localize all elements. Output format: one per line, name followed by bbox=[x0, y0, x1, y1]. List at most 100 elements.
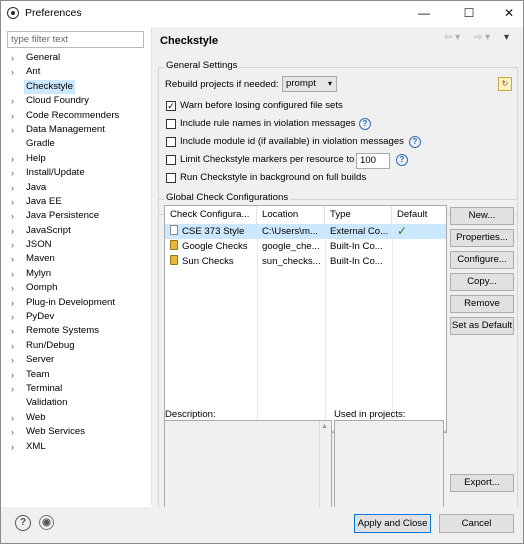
forward-icon[interactable]: ⇨ ▾ bbox=[474, 32, 490, 43]
tree-item[interactable]: › Install/Update bbox=[8, 166, 148, 180]
close-icon[interactable]: ✕ bbox=[501, 5, 517, 21]
expand-arrow-icon[interactable]: › bbox=[11, 51, 21, 65]
tree-item[interactable]: › Cloud Foundry bbox=[8, 94, 148, 108]
table-row[interactable]: Google Checks google_che... Built-In Co... bbox=[165, 239, 446, 254]
expand-arrow-icon[interactable]: › bbox=[11, 195, 21, 209]
expand-arrow-icon[interactable]: › bbox=[11, 224, 21, 238]
tree-item[interactable]: › Web Services bbox=[8, 425, 148, 439]
expand-arrow-icon[interactable]: › bbox=[11, 181, 21, 195]
option-label[interactable]: Run Checkstyle in background on full bui… bbox=[180, 172, 366, 183]
option-checkbox[interactable] bbox=[166, 173, 176, 183]
help-icon[interactable]: ? bbox=[359, 118, 371, 130]
expand-arrow-icon[interactable]: › bbox=[11, 94, 21, 108]
option-checkbox[interactable] bbox=[166, 137, 176, 147]
tree-item[interactable]: › Server bbox=[8, 353, 148, 367]
properties-button[interactable]: Properties... bbox=[450, 229, 514, 247]
expand-arrow-icon[interactable]: › bbox=[11, 324, 21, 338]
expand-arrow-icon[interactable]: › bbox=[11, 382, 21, 396]
help-icon[interactable]: ? bbox=[396, 154, 408, 166]
tree-item[interactable]: › Remote Systems bbox=[8, 324, 148, 338]
option-label[interactable]: Include rule names in violation messages bbox=[180, 118, 355, 129]
expand-arrow-icon[interactable]: › bbox=[11, 209, 21, 223]
tree-item[interactable]: › JSON bbox=[8, 238, 148, 252]
tree-item[interactable]: › Plug-in Development bbox=[8, 296, 148, 310]
tree-item[interactable]: › Java EE bbox=[8, 195, 148, 209]
expand-arrow-icon[interactable]: › bbox=[11, 440, 21, 454]
export-button[interactable]: Export... bbox=[450, 474, 514, 492]
tree-item[interactable]: Checkstyle bbox=[8, 79, 148, 95]
expand-arrow-icon[interactable]: › bbox=[11, 65, 21, 79]
used-in-projects-box[interactable] bbox=[334, 420, 444, 518]
tree-item[interactable]: › Maven bbox=[8, 252, 148, 266]
expand-arrow-icon[interactable]: › bbox=[11, 238, 21, 252]
tree-item[interactable]: › Java Persistence bbox=[8, 209, 148, 223]
tree-item[interactable]: Validation bbox=[8, 396, 148, 410]
tree-item[interactable]: › Team bbox=[8, 368, 148, 382]
table-row[interactable]: Sun Checks sun_checks... Built-In Co... bbox=[165, 254, 446, 269]
expand-arrow-icon[interactable]: › bbox=[11, 353, 21, 367]
expand-arrow-icon[interactable]: › bbox=[11, 310, 21, 324]
help-icon[interactable]: ? bbox=[15, 515, 31, 531]
expand-arrow-icon[interactable]: › bbox=[11, 152, 21, 166]
tree-item[interactable]: › Code Recommenders bbox=[8, 109, 148, 123]
tree-item[interactable]: › Terminal bbox=[8, 382, 148, 396]
configure-button[interactable]: Configure... bbox=[450, 251, 514, 269]
configs-table[interactable]: Check Configura... Location Type Default… bbox=[164, 205, 447, 433]
table-row[interactable]: CSE 373 Style C:\Users\m... External Co...… bbox=[165, 224, 446, 239]
import-export-icon[interactable]: ◉ bbox=[39, 515, 54, 530]
refresh-config-icon[interactable]: ↻ bbox=[498, 77, 512, 91]
expand-arrow-icon[interactable]: › bbox=[11, 123, 21, 137]
cancel-button[interactable]: Cancel bbox=[439, 514, 514, 533]
minimize-icon[interactable]: — bbox=[416, 5, 432, 21]
tree-item[interactable]: › Mylyn bbox=[8, 267, 148, 281]
set-default-button[interactable]: Set as Default bbox=[450, 317, 514, 335]
col-header-type[interactable]: Type bbox=[325, 206, 392, 224]
back-icon[interactable]: ⇦ ▾ bbox=[444, 32, 460, 43]
option-label[interactable]: Include module id (if available) in viol… bbox=[180, 136, 404, 147]
expand-arrow-icon[interactable]: › bbox=[11, 411, 21, 425]
tree-item[interactable]: › Java bbox=[8, 181, 148, 195]
expand-arrow-icon[interactable]: › bbox=[11, 281, 21, 295]
marker-limit-input[interactable]: 100 bbox=[356, 153, 390, 169]
option-checkbox[interactable]: ✓ bbox=[166, 101, 176, 111]
rebuild-select[interactable]: prompt ▾ bbox=[282, 76, 337, 92]
remove-button[interactable]: Remove bbox=[450, 295, 514, 313]
tree-item[interactable]: › JavaScript bbox=[8, 224, 148, 238]
file-icon bbox=[170, 225, 178, 235]
col-header-default[interactable]: Default bbox=[392, 206, 446, 224]
col-header-location[interactable]: Location bbox=[257, 206, 325, 224]
option-checkbox[interactable] bbox=[166, 119, 176, 129]
scroll-up-icon[interactable]: ▲ bbox=[321, 423, 328, 430]
tree-item[interactable]: › Ant bbox=[8, 65, 148, 79]
tree-item[interactable]: › PyDev bbox=[8, 310, 148, 324]
new-button[interactable]: New... bbox=[450, 207, 514, 225]
tree-item[interactable]: › Help bbox=[8, 152, 148, 166]
expand-arrow-icon[interactable]: › bbox=[11, 425, 21, 439]
description-scrollbar[interactable]: ▲ ▼ bbox=[319, 421, 331, 517]
option-label[interactable]: Warn before losing configured file sets bbox=[180, 100, 343, 111]
copy-button[interactable]: Copy... bbox=[450, 273, 514, 291]
description-box[interactable]: ▲ ▼ bbox=[164, 420, 332, 518]
expand-arrow-icon[interactable]: › bbox=[11, 109, 21, 123]
help-icon[interactable]: ? bbox=[409, 136, 421, 148]
expand-arrow-icon[interactable]: › bbox=[11, 368, 21, 382]
col-header-name[interactable]: Check Configura... bbox=[165, 206, 257, 224]
tree-item[interactable]: Gradle bbox=[8, 137, 148, 151]
tree-item[interactable]: › Web bbox=[8, 411, 148, 425]
expand-arrow-icon[interactable]: › bbox=[11, 267, 21, 281]
maximize-icon[interactable]: ☐ bbox=[461, 5, 477, 21]
tree-item[interactable]: › Run/Debug bbox=[8, 339, 148, 353]
apply-and-close-button[interactable]: Apply and Close bbox=[354, 514, 431, 533]
expand-arrow-icon[interactable]: › bbox=[11, 339, 21, 353]
tree-item[interactable]: › General bbox=[8, 51, 148, 65]
option-checkbox[interactable] bbox=[166, 155, 176, 165]
filter-input[interactable]: type filter text bbox=[7, 31, 144, 48]
tree-item[interactable]: › Data Management bbox=[8, 123, 148, 137]
tree-item[interactable]: › Oomph bbox=[8, 281, 148, 295]
view-menu-icon[interactable]: ▾ bbox=[504, 32, 509, 43]
expand-arrow-icon[interactable]: › bbox=[11, 252, 21, 266]
tree-item[interactable]: › XML bbox=[8, 440, 148, 454]
option-label[interactable]: Limit Checkstyle markers per resource to bbox=[180, 154, 354, 165]
expand-arrow-icon[interactable]: › bbox=[11, 166, 21, 180]
expand-arrow-icon[interactable]: › bbox=[11, 296, 21, 310]
